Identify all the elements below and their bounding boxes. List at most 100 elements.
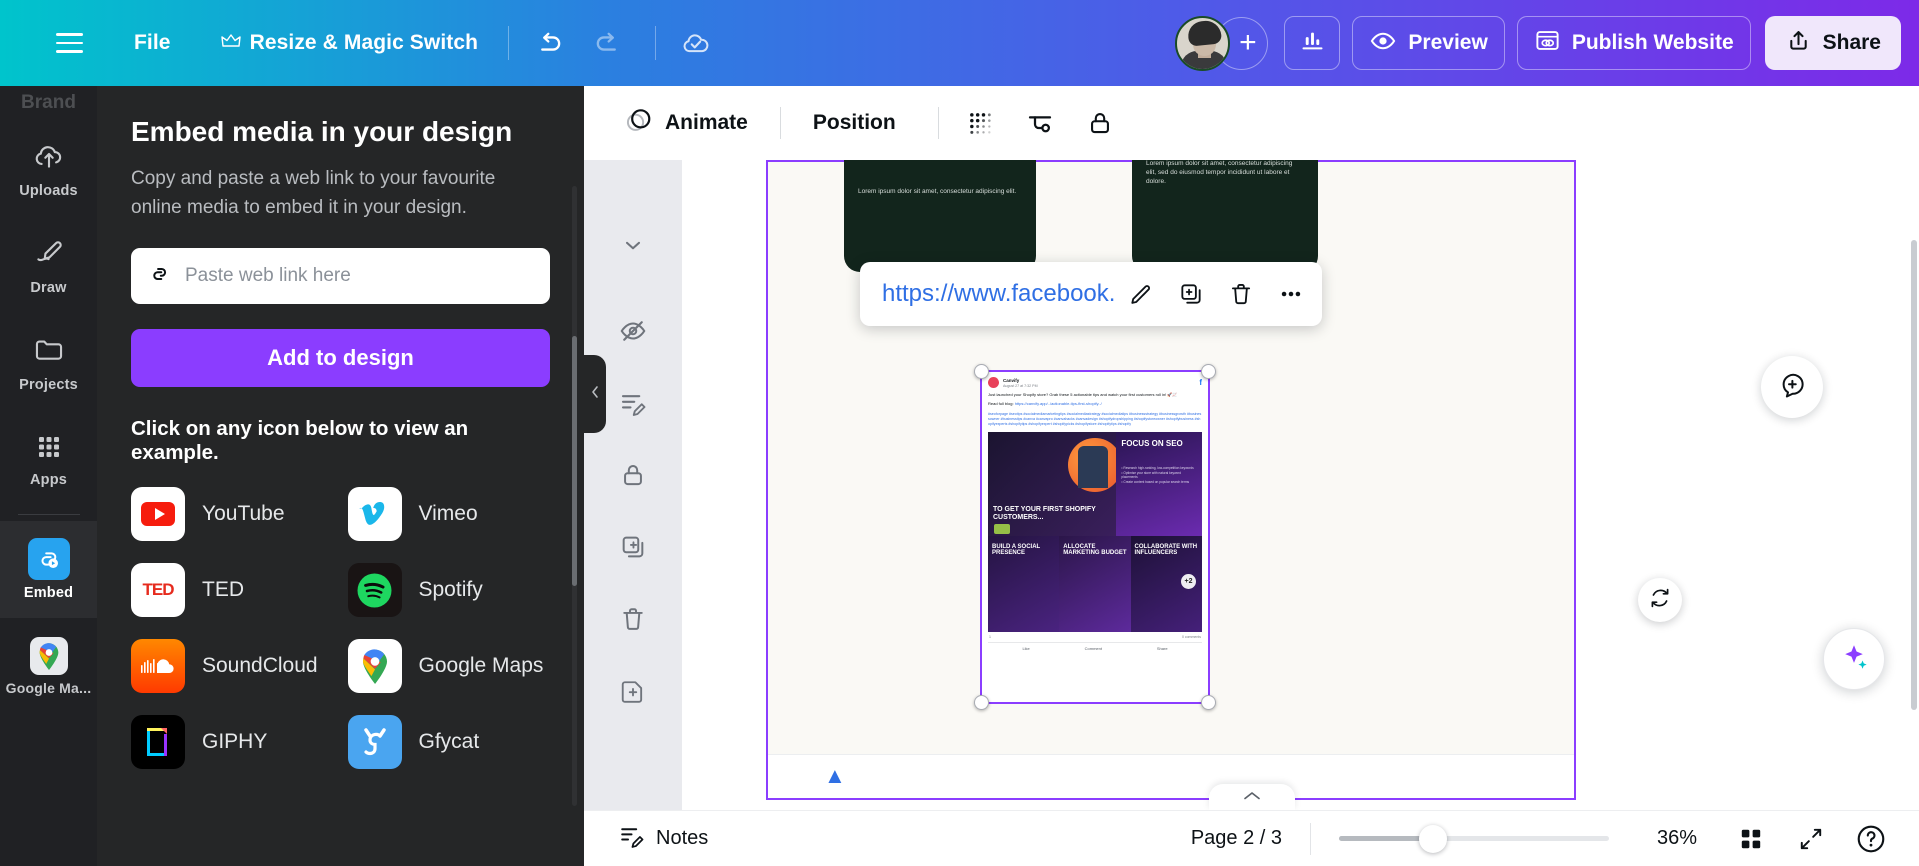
- chevron-down-icon[interactable]: [610, 222, 656, 268]
- cloud-check-icon[interactable]: [670, 17, 722, 69]
- bar-chart-icon: [1299, 27, 1326, 59]
- hamburger-icon[interactable]: [46, 20, 92, 66]
- publish-website-label: Publish Website: [1572, 31, 1734, 55]
- sidebar-item-uploads[interactable]: Uploads: [0, 120, 97, 217]
- pages-panel-handle[interactable]: [1209, 784, 1295, 810]
- search-input[interactable]: [185, 265, 534, 287]
- notes-icon: [618, 822, 646, 856]
- service-vimeo[interactable]: Vimeo: [348, 487, 551, 541]
- resize-handle-tr[interactable]: [1201, 364, 1216, 379]
- spotify-icon: [348, 563, 402, 617]
- grid-view-icon[interactable]: [1729, 817, 1773, 861]
- web-link-field[interactable]: [131, 248, 550, 304]
- service-label: Spotify: [419, 578, 483, 602]
- sidebar-item-projects[interactable]: Projects: [0, 314, 97, 411]
- chevron-up-icon: [1243, 788, 1261, 806]
- soundcloud-icon: [131, 639, 185, 693]
- position-button[interactable]: Position: [799, 102, 910, 144]
- insights-button[interactable]: [1284, 16, 1340, 70]
- sidebar-item-label: Google Ma...: [6, 680, 92, 696]
- undo-icon[interactable]: [523, 17, 575, 69]
- canvas-body: Lorem ipsum dolor sit amet, consectetur …: [584, 160, 1919, 810]
- embed-panel: Embed media in your design Copy and past…: [97, 86, 584, 866]
- eye-icon: [1369, 27, 1397, 60]
- embed-url-text[interactable]: https://www.facebook.com: [882, 280, 1114, 308]
- help-icon[interactable]: [1849, 817, 1893, 861]
- rotate-handle-button[interactable]: [1638, 578, 1682, 622]
- dark-card-left[interactable]: Lorem ipsum dolor sit amet, consectetur …: [844, 160, 1036, 272]
- resize-handle-br[interactable]: [1201, 695, 1216, 710]
- notes-button[interactable]: Notes: [618, 822, 708, 856]
- share-upload-icon: [1785, 27, 1812, 59]
- service-ted[interactable]: TED TED: [131, 563, 334, 617]
- toolbar-divider: [938, 107, 939, 139]
- pencil-icon[interactable]: [1118, 271, 1164, 317]
- service-spotify[interactable]: Spotify: [348, 563, 551, 617]
- more-dots-icon[interactable]: [1268, 271, 1314, 317]
- canvas-scrollbar[interactable]: [1911, 240, 1917, 710]
- service-grid: YouTube Vimeo TED TED: [131, 487, 550, 769]
- service-google-maps[interactable]: Google Maps: [348, 639, 551, 693]
- comment-plus-icon: [1777, 370, 1807, 405]
- preview-button[interactable]: Preview: [1352, 16, 1504, 70]
- selection-box: [980, 370, 1210, 704]
- service-soundcloud[interactable]: SoundCloud: [131, 639, 334, 693]
- toolbar-divider: [780, 107, 781, 139]
- zoom-slider-knob[interactable]: [1419, 825, 1447, 853]
- sidebar-item-embed[interactable]: Embed: [0, 521, 97, 618]
- zoom-slider[interactable]: [1339, 836, 1609, 841]
- trash-icon[interactable]: [1218, 271, 1264, 317]
- service-youtube[interactable]: YouTube: [131, 487, 334, 541]
- magic-studio-button[interactable]: [1823, 628, 1885, 690]
- add-page-icon[interactable]: [610, 668, 656, 714]
- collapse-panel-button[interactable]: [584, 355, 606, 433]
- website-icon: [1534, 27, 1561, 59]
- transparency-checker-icon[interactable]: [957, 100, 1003, 146]
- sidebar-item-brand-partial[interactable]: Brand: [0, 86, 97, 114]
- dark-card-right[interactable]: Lorem ipsum dolor sit amet, consectetur …: [1132, 160, 1318, 272]
- rotate-icon: [1648, 586, 1672, 615]
- page-indicator: Page 2 / 3: [1191, 827, 1282, 850]
- add-comment-button[interactable]: [1761, 356, 1823, 418]
- file-menu-button[interactable]: File: [118, 22, 187, 64]
- lock-icon[interactable]: [610, 452, 656, 498]
- sidebar-item-draw[interactable]: Draw: [0, 217, 97, 314]
- delete-trash-icon[interactable]: [610, 596, 656, 642]
- resize-magic-switch-button[interactable]: Resize & Magic Switch: [205, 22, 495, 64]
- animate-button[interactable]: Animate: [610, 96, 762, 150]
- design-page-canvas[interactable]: Lorem ipsum dolor sit amet, consectetur …: [766, 160, 1576, 800]
- publish-website-button[interactable]: Publish Website: [1517, 16, 1751, 70]
- status-bar: Notes Page 2 / 3 36%: [584, 810, 1919, 866]
- service-label: YouTube: [202, 502, 285, 526]
- pen-icon: [32, 236, 66, 275]
- share-button[interactable]: Share: [1765, 16, 1901, 70]
- sidebar-item-google-maps[interactable]: Google Ma...: [0, 618, 97, 715]
- sidebar-item-apps[interactable]: Apps: [0, 411, 97, 508]
- redo-icon[interactable]: [581, 17, 633, 69]
- notes-edit-icon[interactable]: [610, 380, 656, 426]
- position-label: Position: [813, 111, 896, 135]
- statusbar-divider: [1310, 823, 1311, 855]
- resize-handle-tl[interactable]: [974, 364, 989, 379]
- panel-scrollbar[interactable]: [572, 336, 577, 586]
- service-gfycat[interactable]: Gfycat: [348, 715, 551, 769]
- hide-eye-icon[interactable]: [610, 308, 656, 354]
- file-menu-label: File: [134, 31, 171, 55]
- animate-circles-icon: [624, 105, 654, 141]
- sidebar-divider: [18, 514, 80, 515]
- service-giphy[interactable]: GIPHY: [131, 715, 334, 769]
- spacing-icon[interactable]: [1017, 100, 1063, 146]
- fullscreen-icon[interactable]: [1789, 817, 1833, 861]
- lock-icon[interactable]: [1077, 100, 1123, 146]
- folder-icon: [32, 333, 66, 372]
- duplicate-icon[interactable]: [1168, 271, 1214, 317]
- duplicate-icon[interactable]: [610, 524, 656, 570]
- resize-handle-bl[interactable]: [974, 695, 989, 710]
- add-to-design-button[interactable]: Add to design: [131, 329, 550, 387]
- service-label: TED: [202, 578, 244, 602]
- avatar[interactable]: [1175, 16, 1230, 71]
- service-label: GIPHY: [202, 730, 267, 754]
- top-toolbar: File Resize & Magic Switch +: [0, 0, 1919, 86]
- panel-description: Copy and paste a web link to your favour…: [131, 165, 531, 222]
- service-label: Google Maps: [419, 654, 544, 678]
